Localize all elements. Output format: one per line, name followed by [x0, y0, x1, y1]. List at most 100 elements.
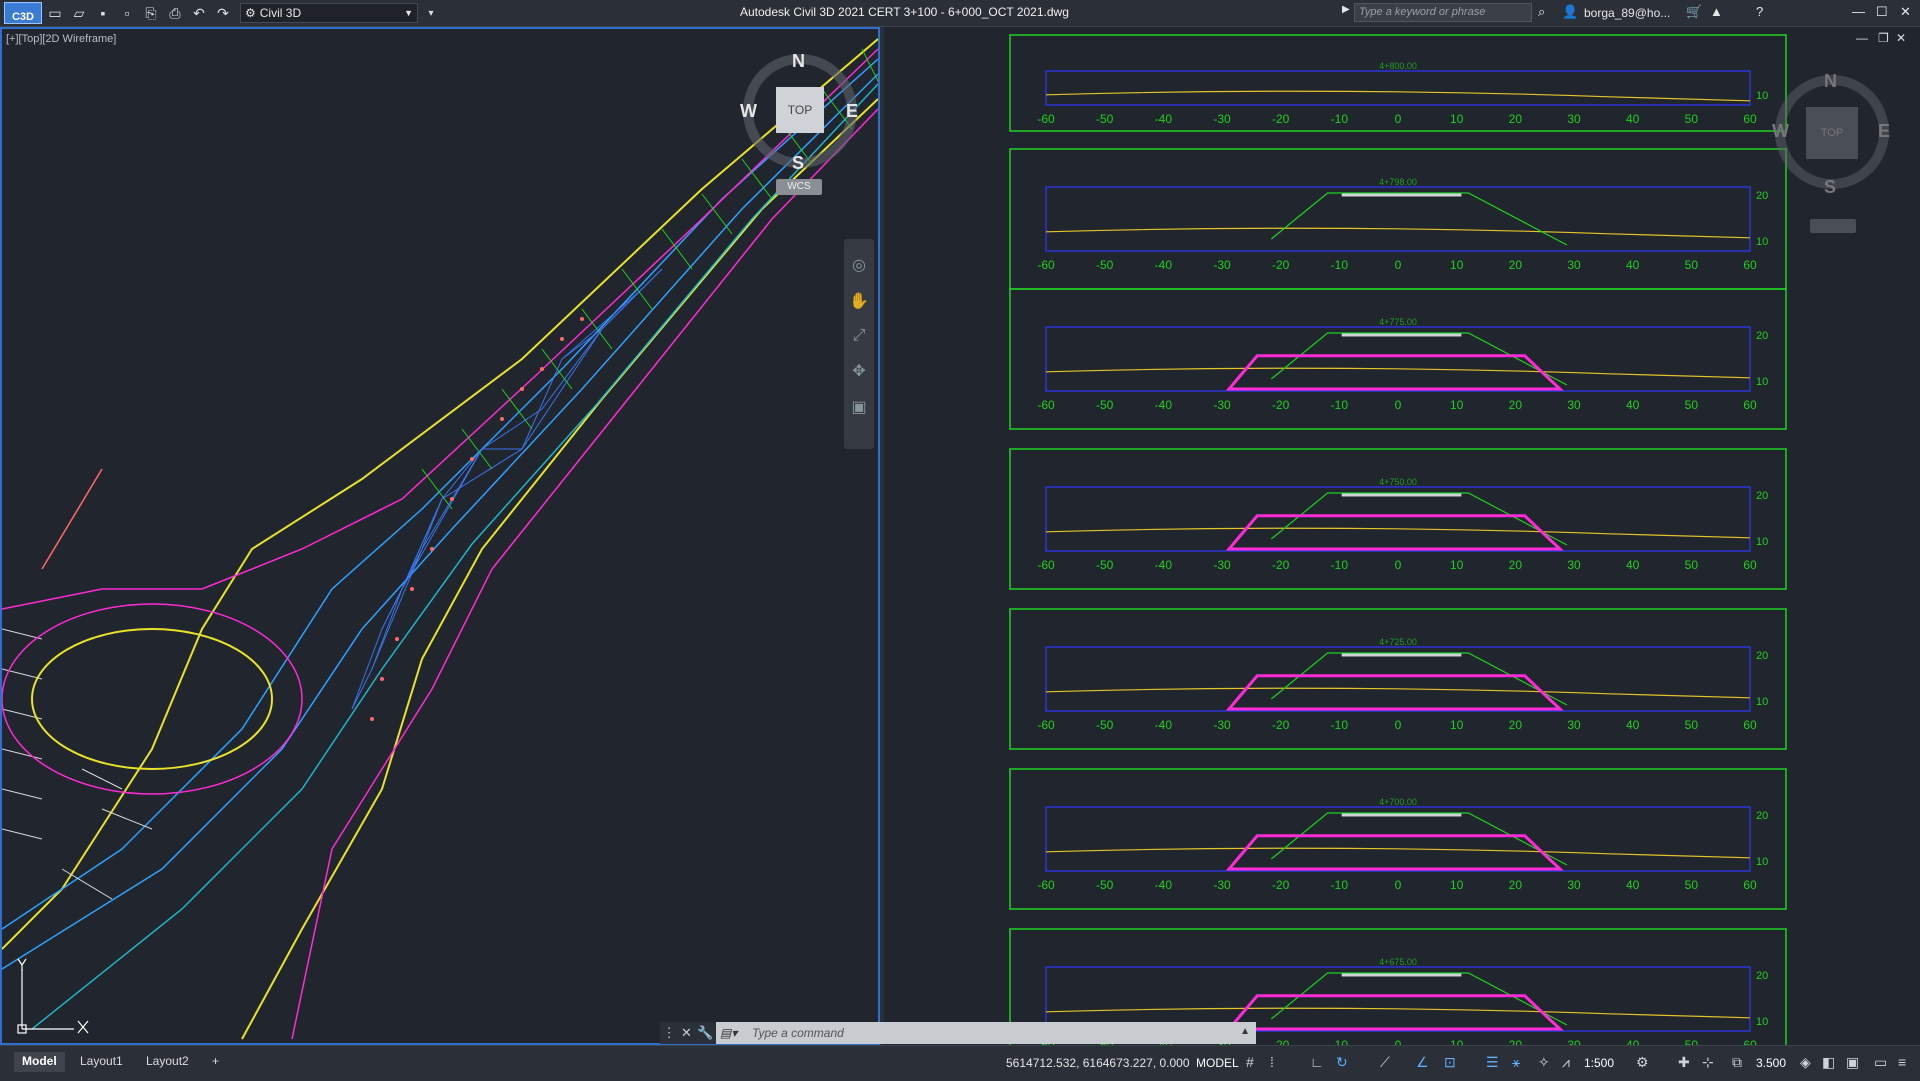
redo-icon[interactable]: ↷ — [212, 2, 234, 24]
polar-icon[interactable]: ↻ — [1336, 1054, 1348, 1071]
section-view: 4+725.00 -60 -50 -40 -30 -20 -10 0 10 20 30 40 50 60 2… — [1009, 608, 1787, 750]
layer-icon[interactable]: ⧉ — [1732, 1054, 1742, 1071]
zoom-icon[interactable]: ⤢ — [844, 327, 874, 345]
search-expand-icon[interactable]: ▶ — [1342, 4, 1350, 15]
user-icon[interactable]: 👤 — [1562, 4, 1578, 20]
osnap-icon[interactable]: ⊡ — [1444, 1054, 1456, 1071]
undo-icon[interactable]: ↶ — [188, 2, 210, 24]
existing-ground-line — [1045, 227, 1751, 239]
right-restore-button[interactable]: ❐ — [1878, 31, 1889, 45]
x-tick-label: -20 — [1272, 258, 1290, 272]
app-logo[interactable]: C3D — [4, 2, 42, 24]
isolate-icon[interactable]: ◧ — [1822, 1054, 1835, 1071]
tab-layout2[interactable]: Layout2 — [138, 1052, 197, 1072]
cart-icon[interactable]: 🛒 — [1686, 4, 1702, 20]
grid-icon[interactable]: # — [1246, 1054, 1254, 1070]
viewcube-north[interactable]: N — [792, 51, 805, 72]
x-tick-label: -20 — [1272, 878, 1290, 892]
x-tick-label: 0 — [1395, 558, 1402, 572]
showmotion-icon[interactable]: ▣ — [844, 397, 874, 417]
right-close-button[interactable]: ✕ — [1896, 31, 1906, 45]
title-bar: C3D ▭ ▱ ▪ ▫ ⎘ ⎙ ↶ ↷ ⚙ Civil 3D ▼ ▾ Autod… — [0, 0, 1920, 27]
annotation-visibility-icon[interactable]: ⚹ — [1512, 1054, 1520, 1071]
close-icon[interactable]: ✕ — [681, 1025, 692, 1041]
viewcube[interactable]: TOP N S W E WCS — [740, 49, 860, 199]
pan-icon[interactable]: ✋ — [844, 291, 874, 311]
section-viewport[interactable]: 4+800.00 -60 -50 -40 -30 -20 -10 0 10 20 30 40 50 60 1… — [884, 27, 1920, 1045]
viewcube-right-east[interactable]: E — [1878, 121, 1890, 142]
fullscreen-icon[interactable]: ▭ — [1874, 1054, 1887, 1071]
recent-commands-icon[interactable]: ▤▾ — [720, 1026, 737, 1040]
workspace-gear-icon[interactable]: ⚙ — [1636, 1054, 1649, 1071]
close-button[interactable]: ✕ — [1900, 4, 1911, 20]
lineweight-icon[interactable]: ☰ — [1486, 1054, 1499, 1071]
grip-icon[interactable]: ⋮ — [663, 1025, 676, 1041]
elevation-value[interactable]: 3.500 — [1756, 1056, 1786, 1070]
right-minimize-button[interactable]: — — [1856, 31, 1868, 45]
clean-screen-icon[interactable]: ▣ — [1846, 1054, 1859, 1071]
navigation-bar[interactable]: ◎ ✋ ⤢ ✥ ▣ — [844, 239, 874, 449]
new-file-icon[interactable]: ▭ — [44, 2, 66, 24]
plus-icon[interactable]: ✚ — [1678, 1054, 1690, 1071]
x-tick-label: 30 — [1567, 718, 1581, 732]
corridor-line — [1270, 492, 1568, 546]
plan-viewport[interactable]: [+][Top][2D Wireframe] TOP N S W E WCS ◎… — [0, 27, 880, 1045]
viewcube-west[interactable]: W — [740, 101, 757, 122]
snap-icon[interactable]: ⁞ — [1270, 1054, 1274, 1070]
viewcube-right-south[interactable]: S — [1824, 177, 1836, 198]
user-name[interactable]: borga_89@ho... — [1584, 6, 1670, 20]
customize-menu-icon[interactable]: ≡ — [1898, 1054, 1906, 1070]
section-grid — [1045, 646, 1751, 712]
units-icon[interactable]: ⊹ — [1702, 1054, 1714, 1071]
command-input[interactable]: ▤▾ Type a command ▲ — [716, 1022, 1256, 1044]
wcs-menu-right[interactable] — [1810, 219, 1856, 233]
open-file-icon[interactable]: ▱ — [68, 2, 90, 24]
x-tick-label: 30 — [1567, 878, 1581, 892]
x-tick-label: 40 — [1626, 398, 1640, 412]
viewcube-right-north[interactable]: N — [1824, 71, 1837, 92]
save-as-icon[interactable]: ▫ — [116, 2, 138, 24]
status-bar: Model Layout1 Layout2 + 5614712.532, 616… — [0, 1045, 1920, 1081]
maximize-button[interactable]: ☐ — [1876, 4, 1888, 20]
minimize-button[interactable]: — — [1852, 4, 1865, 19]
orbit-icon[interactable]: ✥ — [844, 361, 874, 381]
add-layout-button[interactable]: + — [204, 1052, 227, 1072]
workspace-select[interactable]: ⚙ Civil 3D ▼ — [240, 3, 418, 23]
viewcube-right[interactable]: TOP N S W E — [1772, 67, 1892, 237]
wrench-icon[interactable]: 🔧 — [697, 1025, 713, 1041]
viewcube-right-west[interactable]: W — [1772, 121, 1789, 142]
isodraft-icon[interactable]: ⟋ — [1380, 1054, 1390, 1071]
osnap-tracking-icon[interactable]: ∠ — [1416, 1054, 1429, 1071]
station-label: 4+775.00 — [1379, 317, 1417, 327]
x-tick-label: 20 — [1509, 112, 1523, 126]
x-tick-label: -20 — [1272, 558, 1290, 572]
model-space-toggle[interactable]: MODEL — [1196, 1056, 1239, 1070]
tab-model[interactable]: Model — [14, 1052, 65, 1072]
command-line[interactable]: ⋮ ✕ 🔧 ▤▾ Type a command ▲ — [660, 1022, 1256, 1044]
viewcube-right-top-face[interactable]: TOP — [1806, 107, 1858, 159]
x-tick-label: -10 — [1331, 1038, 1349, 1045]
ortho-icon[interactable]: ∟ — [1310, 1054, 1324, 1070]
x-tick-label: -30 — [1213, 258, 1231, 272]
existing-ground-line — [1045, 687, 1751, 699]
customize-qa-icon[interactable]: ▾ — [420, 2, 442, 24]
annotation-scale-value[interactable]: 1:500 — [1584, 1056, 1614, 1070]
search-input[interactable]: Type a keyword or phrase — [1354, 3, 1532, 22]
wcs-menu[interactable]: WCS — [776, 179, 822, 195]
save-icon[interactable]: ▪ — [92, 2, 114, 24]
autoscale-icon[interactable]: ✧ — [1538, 1054, 1550, 1071]
command-history-icon[interactable]: ▲ — [1240, 1026, 1250, 1037]
viewcube-south[interactable]: S — [792, 153, 804, 174]
print-icon[interactable]: ⎙ — [164, 2, 186, 24]
export-icon[interactable]: ⎘ — [140, 2, 162, 24]
hardware-accel-icon[interactable]: ◈ — [1800, 1054, 1811, 1071]
coordinate-readout[interactable]: 5614712.532, 6164673.227, 0.000 — [1006, 1056, 1190, 1070]
viewcube-east[interactable]: E — [846, 101, 858, 122]
viewcube-top-face[interactable]: TOP — [776, 87, 824, 133]
tab-layout1[interactable]: Layout1 — [72, 1052, 131, 1072]
help-icon[interactable]: ? — [1756, 4, 1763, 19]
annotation-scale-icon[interactable]: ⩘ — [1562, 1054, 1570, 1071]
steering-wheel-icon[interactable]: ◎ — [844, 255, 874, 275]
search-icon[interactable]: ⌕ — [1538, 4, 1545, 20]
a360-icon[interactable]: ▲ — [1710, 4, 1723, 19]
